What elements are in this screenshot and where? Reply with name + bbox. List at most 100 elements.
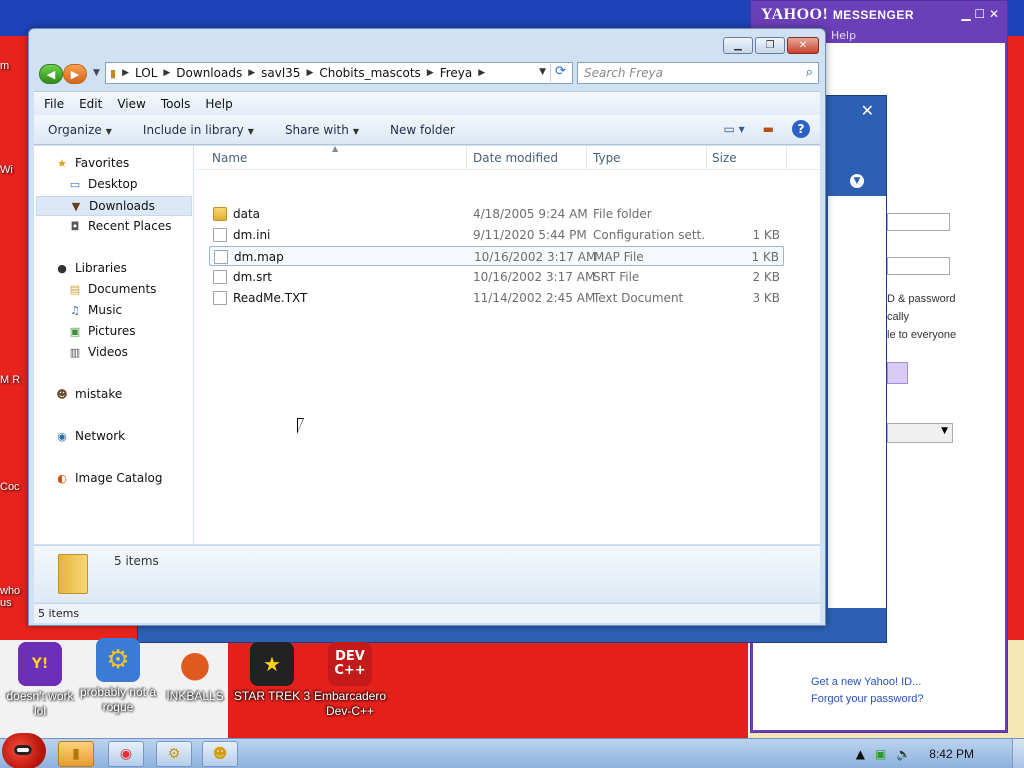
- get-yahoo-id-link[interactable]: Get a new Yahoo! ID...: [811, 676, 924, 688]
- dev-cpp-icon: DEV C++: [328, 642, 372, 686]
- show-hidden-icons-icon[interactable]: ▲: [856, 747, 865, 761]
- nav-libraries[interactable]: ● Libraries: [54, 261, 127, 275]
- breadcrumb-chevron-icon[interactable]: ▶: [478, 68, 485, 78]
- taskbar-yahoo-button[interactable]: ☻: [202, 741, 238, 767]
- breadcrumb-chevron-icon[interactable]: ▶: [163, 68, 170, 78]
- desktop-icon-stub[interactable]: who us: [0, 585, 30, 609]
- nav-downloads[interactable]: ▼ Downloads: [36, 196, 192, 216]
- desktop-icon-rogue[interactable]: ⚙ probably not a rogue: [78, 638, 158, 715]
- breadcrumb-chevron-icon[interactable]: ▶: [427, 68, 434, 78]
- breadcrumb-chevron-icon[interactable]: ▶: [122, 68, 129, 78]
- recent-pages-dropdown[interactable]: ▼: [93, 68, 100, 78]
- desktop-icon-stub[interactable]: Coc: [0, 481, 30, 493]
- nav-mistake[interactable]: ☻ mistake: [54, 387, 122, 401]
- desktop-icon-label: STAR TREK 3: [233, 689, 311, 703]
- dialog-close-icon[interactable]: ✕: [861, 101, 874, 120]
- column-divider[interactable]: [786, 146, 787, 170]
- desktop-icon-stub[interactable]: m: [0, 60, 30, 72]
- nav-desktop[interactable]: ▭ Desktop: [67, 177, 138, 191]
- file-row[interactable]: dm.srt 10/16/2002 3:17 AM SRT File 2 KB: [209, 267, 784, 287]
- nav-documents[interactable]: ▤ Documents: [67, 282, 157, 296]
- breadcrumb-chevron-icon[interactable]: ▶: [306, 68, 313, 78]
- navigation-pane[interactable]: ★ Favorites ▭ Desktop ▼ Downloads ◘ Recent P…: [34, 146, 194, 544]
- nav-favorites[interactable]: ★ Favorites: [54, 156, 129, 170]
- yahoo-smiley-icon: ☻: [212, 746, 228, 762]
- nav-recent-places[interactable]: ◘ Recent Places: [67, 219, 172, 233]
- desktop-icon-startrek[interactable]: ★ STAR TREK 3: [232, 642, 312, 704]
- forward-button[interactable]: ▶: [63, 64, 87, 84]
- file-row[interactable]: ReadMe.TXT 11/14/2002 2:45 AM Text Docum…: [209, 288, 784, 308]
- help-icon[interactable]: ?: [792, 120, 810, 138]
- status-dropdown[interactable]: ▼: [887, 423, 953, 443]
- password-field[interactable]: [887, 257, 950, 275]
- close-button[interactable]: ✕: [787, 37, 819, 54]
- column-type[interactable]: Type: [593, 151, 621, 165]
- yahoo-help-menu[interactable]: Help: [831, 29, 856, 42]
- desktop-icon-stub[interactable]: Wi: [0, 164, 30, 176]
- network-status-icon[interactable]: ▣: [875, 747, 886, 761]
- menu-tools[interactable]: Tools: [161, 97, 191, 111]
- clock[interactable]: 8:42 PM: [929, 747, 974, 761]
- column-size[interactable]: Size: [712, 151, 737, 165]
- file-row[interactable]: dm.map 10/16/2002 3:17 AM MAP File 1 KB: [209, 246, 784, 266]
- column-divider[interactable]: [586, 146, 587, 170]
- address-history-dropdown[interactable]: ▼: [539, 67, 546, 77]
- column-divider[interactable]: [466, 146, 467, 170]
- nav-label: Libraries: [75, 261, 127, 275]
- nav-videos[interactable]: ▥ Videos: [67, 345, 128, 359]
- change-view-icon[interactable]: ▭ ▾: [723, 122, 744, 136]
- breadcrumb-item[interactable]: Downloads: [176, 66, 242, 80]
- explorer-window[interactable]: ▁ ❐ ✕ ◀ ▶ ▼ ▮ ▶ LOL ▶ Downloads ▶ savl35…: [28, 28, 826, 626]
- address-bar[interactable]: ▮ ▶ LOL ▶ Downloads ▶ savl35 ▶ Chobits_m…: [105, 62, 573, 84]
- breadcrumb-item[interactable]: Chobits_mascots: [319, 66, 420, 80]
- nav-image-catalog[interactable]: ◐ Image Catalog: [54, 471, 162, 485]
- column-name[interactable]: Name: [212, 151, 247, 165]
- remember-id-label: D & password: [887, 293, 956, 305]
- forgot-password-link[interactable]: Forgot your password?: [811, 693, 924, 705]
- file-row[interactable]: data 4/18/2005 9:24 AM File folder: [209, 204, 784, 224]
- include-in-library-button[interactable]: Include in library ▼: [143, 123, 254, 137]
- search-input[interactable]: Search Freya ⌕: [577, 62, 819, 84]
- menu-edit[interactable]: Edit: [79, 97, 102, 111]
- yahoo-id-field[interactable]: [887, 213, 950, 231]
- caption-buttons: ▁ ❐ ✕: [723, 37, 819, 54]
- file-list[interactable]: ▲ Name Date modified Type Size data 4/18…: [195, 144, 820, 544]
- yahoo-caption-buttons[interactable]: ▁ ☐ ✕: [961, 7, 999, 21]
- breadcrumb-item[interactable]: Freya: [440, 66, 473, 80]
- organize-button[interactable]: Organize ▼: [48, 123, 112, 137]
- file-row[interactable]: dm.ini 9/11/2020 5:44 PM Configuration s…: [209, 225, 784, 245]
- breadcrumb-item[interactable]: LOL: [135, 66, 157, 80]
- breadcrumb-item[interactable]: savl35: [261, 66, 300, 80]
- taskbar-explorer-button[interactable]: ▮: [58, 741, 94, 767]
- maximize-button[interactable]: ❐: [755, 37, 785, 54]
- menu-file[interactable]: File: [44, 97, 64, 111]
- column-divider[interactable]: [706, 146, 707, 170]
- menu-view[interactable]: View: [117, 97, 145, 111]
- show-desktop-button[interactable]: [1012, 739, 1024, 768]
- nav-network[interactable]: ◉ Network: [54, 429, 125, 443]
- desktop-icon-devcpp[interactable]: DEV C++ Embarcadero Dev-C++: [310, 642, 390, 719]
- file-date: 4/18/2005 9:24 AM: [473, 207, 588, 221]
- taskbar-chrome-button[interactable]: ◉: [108, 741, 144, 767]
- refresh-icon[interactable]: ⟳: [550, 64, 570, 82]
- desktop-icon-yahoo[interactable]: Y! doesn't work lol: [0, 642, 80, 719]
- minimize-button[interactable]: ▁: [723, 37, 753, 54]
- search-icon[interactable]: ⌕: [806, 65, 813, 80]
- volume-icon[interactable]: 🔈: [896, 747, 911, 761]
- column-date-modified[interactable]: Date modified: [473, 151, 558, 165]
- signin-button[interactable]: [887, 362, 908, 384]
- share-with-button[interactable]: Share with ▼: [285, 123, 359, 137]
- desktop-icon-inkballs[interactable]: ● INKBALLS: [155, 642, 235, 704]
- nav-music[interactable]: ♫ Music: [67, 303, 122, 317]
- desktop-icon-stub[interactable]: M R: [0, 374, 30, 386]
- chevron-down-icon[interactable]: ▼: [850, 174, 864, 188]
- nav-label: Image Catalog: [75, 471, 163, 485]
- back-button[interactable]: ◀: [39, 64, 63, 84]
- taskbar-settings-button[interactable]: ⚙: [156, 741, 192, 767]
- start-button[interactable]: [2, 733, 46, 768]
- preview-pane-icon[interactable]: ▬: [763, 122, 774, 136]
- menu-help[interactable]: Help: [205, 97, 232, 111]
- breadcrumb-chevron-icon[interactable]: ▶: [248, 68, 255, 78]
- new-folder-button[interactable]: New folder: [390, 123, 455, 137]
- nav-pictures[interactable]: ▣ Pictures: [67, 324, 136, 338]
